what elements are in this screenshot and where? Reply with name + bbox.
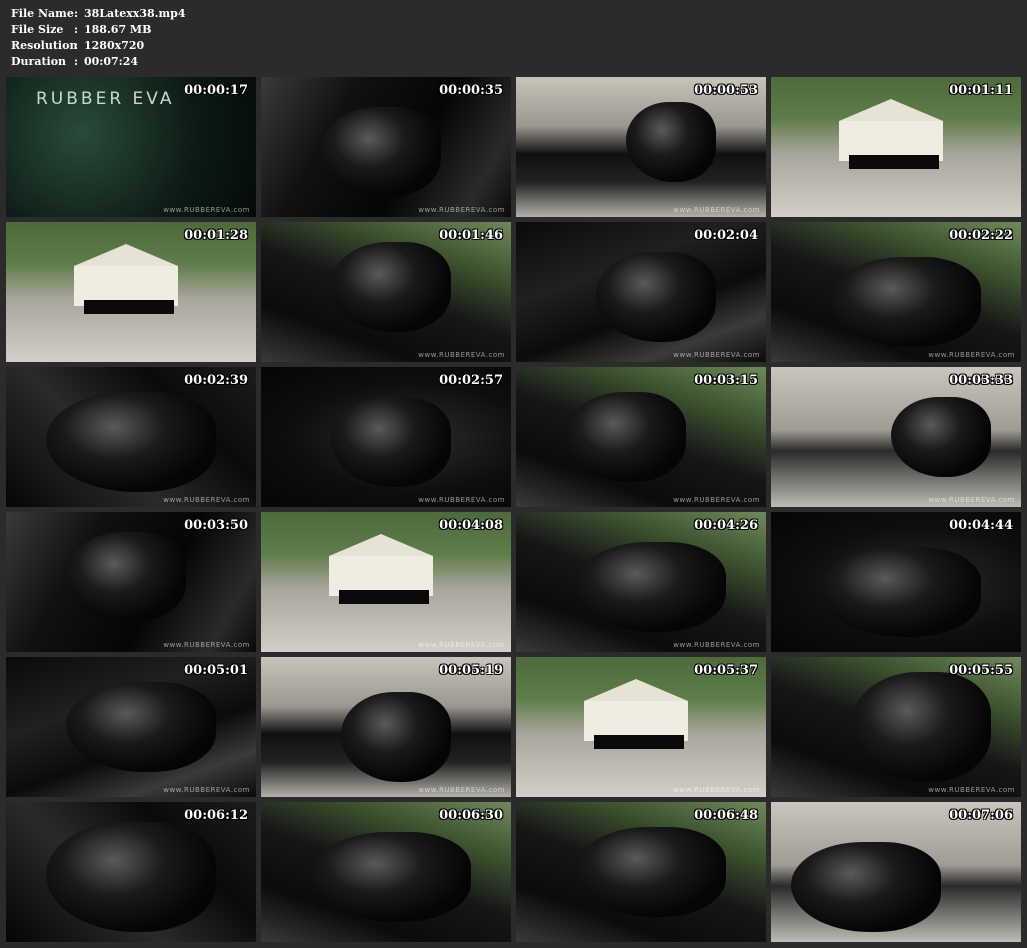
- file-metadata: File Name : 38Latexx38.mp4 File Size : 1…: [11, 6, 186, 70]
- timestamp: 00:00:53: [694, 83, 758, 98]
- timestamp: 00:05:01: [184, 663, 248, 678]
- thumbnail[interactable]: www.RUBBEREVA.com 00:02:22: [771, 222, 1021, 362]
- watermark: www.RUBBEREVA.com: [163, 206, 250, 214]
- timestamp: 00:02:39: [184, 373, 248, 388]
- thumbnail[interactable]: 00:07:06: [771, 802, 1021, 942]
- resolution-value: 1280x720: [84, 39, 145, 52]
- watermark: www.RUBBEREVA.com: [673, 496, 760, 504]
- duration-label: Duration: [11, 55, 67, 68]
- thumbnail[interactable]: RUBBER EVA www.RUBBEREVA.com 00:00:17: [6, 77, 256, 217]
- thumbnail[interactable]: www.RUBBEREVA.com 00:01:46: [261, 222, 511, 362]
- gazebo-table: [339, 590, 429, 604]
- watermark: www.RUBBEREVA.com: [418, 641, 505, 649]
- figure-shape: [566, 392, 686, 482]
- thumbnail[interactable]: www.RUBBEREVA.com 00:03:50: [6, 512, 256, 652]
- timestamp: 00:05:55: [949, 663, 1013, 678]
- watermark: www.RUBBEREVA.com: [418, 496, 505, 504]
- watermark: www.RUBBEREVA.com: [418, 786, 505, 794]
- timestamp: 00:04:08: [439, 518, 503, 533]
- watermark: www.RUBBEREVA.com: [928, 351, 1015, 359]
- thumbnail[interactable]: www.RUBBEREVA.com 00:02:57: [261, 367, 511, 507]
- thumbnail[interactable]: 00:01:11: [771, 77, 1021, 217]
- timestamp: 00:02:57: [439, 373, 503, 388]
- watermark: www.RUBBEREVA.com: [673, 206, 760, 214]
- figure-shape: [596, 252, 716, 342]
- timestamp: 00:01:28: [184, 228, 248, 243]
- thumbnail[interactable]: 00:06:30: [261, 802, 511, 942]
- thumbnail[interactable]: www.RUBBEREVA.com 00:03:33: [771, 367, 1021, 507]
- timestamp: 00:03:15: [694, 373, 758, 388]
- timestamp: 00:03:50: [184, 518, 248, 533]
- figure-shape: [341, 692, 451, 782]
- figure-shape: [321, 107, 441, 197]
- gazebo-table: [84, 300, 174, 314]
- watermark: www.RUBBEREVA.com: [928, 496, 1015, 504]
- figure-shape: [66, 532, 186, 622]
- thumbnail[interactable]: www.RUBBEREVA.com 00:05:55: [771, 657, 1021, 797]
- resolution-label: Resolution: [11, 39, 78, 52]
- thumbnail[interactable]: www.RUBBEREVA.com 00:00:35: [261, 77, 511, 217]
- timestamp: 00:02:22: [949, 228, 1013, 243]
- watermark: www.RUBBEREVA.com: [163, 641, 250, 649]
- contact-sheet: File Name : 38Latexx38.mp4 File Size : 1…: [0, 0, 1027, 948]
- thumbnail[interactable]: www.RUBBEREVA.com 00:02:39: [6, 367, 256, 507]
- file-name-label: File Name: [11, 7, 74, 20]
- figure-shape: [626, 102, 716, 182]
- thumbnail[interactable]: www.RUBBEREVA.com 00:05:01: [6, 657, 256, 797]
- duration-value: 00:07:24: [84, 55, 139, 68]
- timestamp: 00:06:48: [694, 808, 758, 823]
- watermark: www.RUBBEREVA.com: [673, 786, 760, 794]
- thumbnail[interactable]: 00:06:12: [6, 802, 256, 942]
- duration-row: Duration : 00:07:24: [11, 54, 186, 70]
- thumbnail[interactable]: www.RUBBEREVA.com 00:05:19: [261, 657, 511, 797]
- thumbnail[interactable]: www.RUBBEREVA.com 00:03:15: [516, 367, 766, 507]
- separator: :: [74, 7, 79, 20]
- thumbnail[interactable]: 00:01:28: [6, 222, 256, 362]
- file-size-label: File Size: [11, 23, 64, 36]
- timestamp: 00:06:30: [439, 808, 503, 823]
- file-size-value: 188.67 MB: [84, 23, 152, 36]
- watermark: www.RUBBEREVA.com: [418, 351, 505, 359]
- separator: :: [74, 55, 79, 68]
- timestamp: 00:00:17: [184, 83, 248, 98]
- timestamp: 00:01:11: [949, 83, 1013, 98]
- file-name-row: File Name : 38Latexx38.mp4: [11, 6, 186, 22]
- file-name-value: 38Latexx38.mp4: [84, 7, 186, 20]
- watermark: www.RUBBEREVA.com: [673, 351, 760, 359]
- timestamp: 00:06:12: [184, 808, 248, 823]
- gazebo-table: [594, 735, 684, 749]
- resolution-row: Resolution : 1280x720: [11, 38, 186, 54]
- timestamp: 00:05:19: [439, 663, 503, 678]
- watermark: www.RUBBEREVA.com: [418, 206, 505, 214]
- figure-shape: [331, 397, 451, 487]
- timestamp: 00:01:46: [439, 228, 503, 243]
- timestamp: 00:00:35: [439, 83, 503, 98]
- thumbnail[interactable]: www.RUBBEREVA.com 00:02:04: [516, 222, 766, 362]
- thumbnail[interactable]: www.RUBBEREVA.com 00:00:53: [516, 77, 766, 217]
- figure-shape: [851, 672, 991, 782]
- thumbnail[interactable]: 00:06:48: [516, 802, 766, 942]
- timestamp: 00:02:04: [694, 228, 758, 243]
- separator: :: [74, 23, 79, 36]
- timestamp: 00:04:44: [949, 518, 1013, 533]
- timestamp: 00:03:33: [949, 373, 1013, 388]
- figure-shape: [891, 397, 991, 477]
- figure-shape: [331, 242, 451, 332]
- timestamp: 00:05:37: [694, 663, 758, 678]
- gazebo-table: [849, 155, 939, 169]
- timestamp: 00:04:26: [694, 518, 758, 533]
- thumbnail[interactable]: www.RUBBEREVA.com 00:04:08: [261, 512, 511, 652]
- watermark: www.RUBBEREVA.com: [163, 496, 250, 504]
- file-size-row: File Size : 188.67 MB: [11, 22, 186, 38]
- watermark: www.RUBBEREVA.com: [673, 641, 760, 649]
- thumbnail[interactable]: www.RUBBEREVA.com 00:05:37: [516, 657, 766, 797]
- thumbnail[interactable]: www.RUBBEREVA.com 00:04:26: [516, 512, 766, 652]
- separator: :: [74, 39, 79, 52]
- thumbnail[interactable]: 00:04:44: [771, 512, 1021, 652]
- watermark: www.RUBBEREVA.com: [163, 786, 250, 794]
- timestamp: 00:07:06: [949, 808, 1013, 823]
- watermark: www.RUBBEREVA.com: [928, 786, 1015, 794]
- thumbnail-grid: RUBBER EVA www.RUBBEREVA.com 00:00:17 ww…: [6, 77, 1022, 942]
- title-logo: RUBBER EVA: [36, 89, 175, 109]
